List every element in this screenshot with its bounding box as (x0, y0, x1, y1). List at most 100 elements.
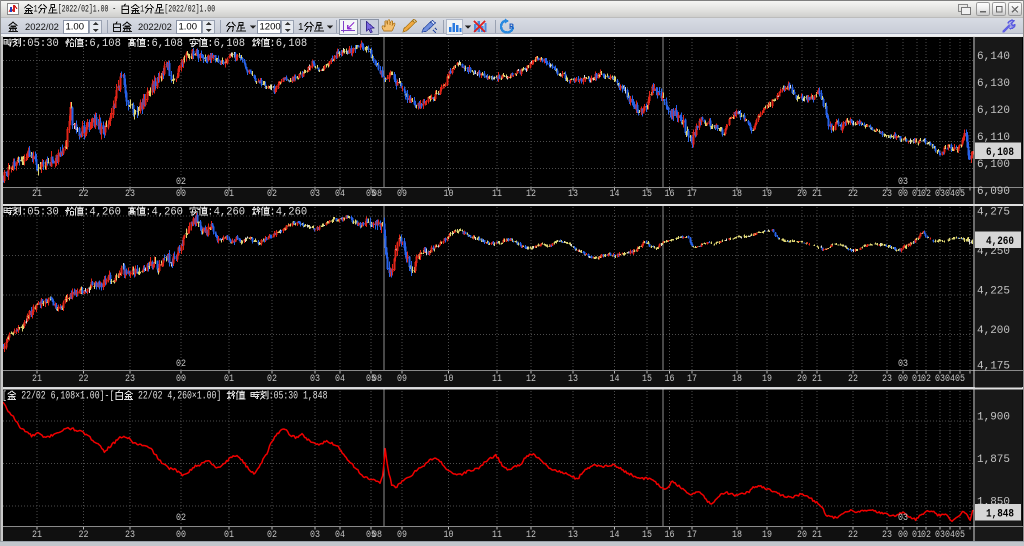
svg-text:14: 14 (610, 374, 620, 385)
svg-text:R: R (509, 23, 514, 32)
svg-text:22: 22 (79, 374, 89, 385)
svg-text:02: 02 (176, 359, 186, 370)
svg-text:4,225: 4,225 (977, 286, 1010, 298)
svg-text:20: 20 (797, 189, 807, 200)
svg-text:11: 11 (492, 189, 502, 200)
svg-text:16: 16 (665, 374, 675, 385)
svg-text:08: 08 (372, 374, 382, 385)
svg-text:17: 17 (687, 530, 697, 541)
svg-text:14: 14 (610, 530, 620, 541)
svg-text:6,140: 6,140 (977, 51, 1010, 63)
svg-text:01: 01 (224, 189, 234, 200)
svg-text:02: 02 (267, 374, 277, 385)
svg-text:00: 00 (898, 530, 908, 541)
svg-text:13: 13 (568, 189, 578, 200)
svg-text:22/02 6,108×1.00]-[: 22/02 6,108×1.00]-[ (16, 391, 114, 403)
svg-text:00: 00 (898, 374, 908, 385)
svg-text:02: 02 (267, 189, 277, 200)
svg-text:13: 13 (568, 530, 578, 541)
svg-text:1,848: 1,848 (986, 508, 1014, 520)
svg-text:4,275: 4,275 (977, 207, 1010, 219)
svg-text:22: 22 (848, 530, 858, 541)
svg-text:12: 12 (526, 530, 536, 541)
svg-text:09: 09 (397, 374, 407, 385)
svg-text:23: 23 (882, 374, 892, 385)
svg-text:[2022/02]1.00 -: [2022/02]1.00 - (58, 4, 120, 16)
svg-text:21: 21 (812, 530, 822, 541)
svg-text:04: 04 (335, 530, 345, 541)
svg-text:18: 18 (732, 189, 742, 200)
svg-text:1,875: 1,875 (977, 454, 1010, 466)
svg-text:09: 09 (397, 189, 407, 200)
svg-text:22: 22 (79, 530, 89, 541)
svg-text:02: 02 (921, 530, 931, 541)
svg-text:03: 03 (935, 189, 945, 200)
svg-text:02: 02 (176, 513, 186, 524)
svg-text:17: 17 (687, 374, 697, 385)
svg-text:14: 14 (610, 189, 620, 200)
svg-text:4,260: 4,260 (986, 236, 1014, 248)
svg-text:19: 19 (762, 374, 772, 385)
svg-text:03: 03 (898, 177, 908, 188)
svg-text::4,260: :4,260 (83, 207, 127, 219)
svg-text:21: 21 (812, 189, 822, 200)
svg-text:1,900: 1,900 (977, 412, 1010, 424)
svg-text:04: 04 (945, 530, 955, 541)
svg-text:1.00: 1.00 (66, 22, 85, 33)
svg-text:4,200: 4,200 (977, 325, 1010, 337)
svg-text:4,175: 4,175 (977, 361, 1010, 373)
svg-text:20: 20 (797, 530, 807, 541)
svg-text:6,130: 6,130 (977, 78, 1010, 90)
svg-text:04: 04 (335, 189, 345, 200)
svg-text:23: 23 (882, 530, 892, 541)
svg-text:03: 03 (310, 530, 320, 541)
svg-text:16: 16 (665, 530, 675, 541)
svg-text:16: 16 (665, 189, 675, 200)
svg-text:02: 02 (176, 177, 186, 188)
svg-text::4,260: :4,260 (145, 207, 189, 219)
svg-text:22: 22 (848, 189, 858, 200)
svg-text:05: 05 (955, 530, 965, 541)
svg-text:6,120: 6,120 (977, 105, 1010, 117)
svg-text:05: 05 (955, 374, 965, 385)
svg-text:08: 08 (372, 189, 382, 200)
svg-text:10: 10 (444, 530, 454, 541)
svg-text:21: 21 (32, 374, 42, 385)
svg-text:21: 21 (812, 374, 822, 385)
svg-text:01: 01 (224, 530, 234, 541)
svg-text:04: 04 (335, 374, 345, 385)
svg-text:1: 1 (34, 5, 38, 16)
svg-text:23: 23 (125, 374, 135, 385)
svg-text:03: 03 (310, 189, 320, 200)
svg-text:1: 1 (140, 5, 144, 16)
svg-text:12: 12 (526, 374, 536, 385)
svg-text:17: 17 (687, 189, 697, 200)
svg-text:02: 02 (921, 189, 931, 200)
svg-text:23: 23 (125, 189, 135, 200)
svg-text:19: 19 (762, 530, 772, 541)
svg-text:01: 01 (224, 374, 234, 385)
svg-text:6,090: 6,090 (977, 186, 1010, 198)
svg-text:21: 21 (32, 530, 42, 541)
svg-text:2022/02: 2022/02 (138, 21, 172, 32)
svg-text:03: 03 (935, 530, 945, 541)
svg-text:22/02 4,260×1.00]: 22/02 4,260×1.00] (133, 391, 226, 403)
svg-text:1.00: 1.00 (179, 22, 198, 33)
svg-text:18: 18 (732, 374, 742, 385)
svg-text:02: 02 (921, 374, 931, 385)
svg-text:10: 10 (444, 374, 454, 385)
svg-text:11: 11 (492, 530, 502, 541)
svg-text::05:30: :05:30 (21, 38, 65, 50)
svg-text:11: 11 (492, 374, 502, 385)
svg-text:03: 03 (898, 513, 908, 524)
svg-text::6,108: :6,108 (83, 38, 127, 50)
svg-text::6,108: :6,108 (269, 38, 307, 50)
svg-text:2022/02: 2022/02 (25, 21, 59, 32)
svg-text:05: 05 (955, 189, 965, 200)
svg-text::6,108: :6,108 (207, 38, 251, 50)
svg-text:04: 04 (945, 374, 955, 385)
svg-text:00: 00 (176, 189, 186, 200)
svg-text:10: 10 (444, 189, 454, 200)
svg-text:08: 08 (372, 530, 382, 541)
svg-text:00: 00 (898, 189, 908, 200)
